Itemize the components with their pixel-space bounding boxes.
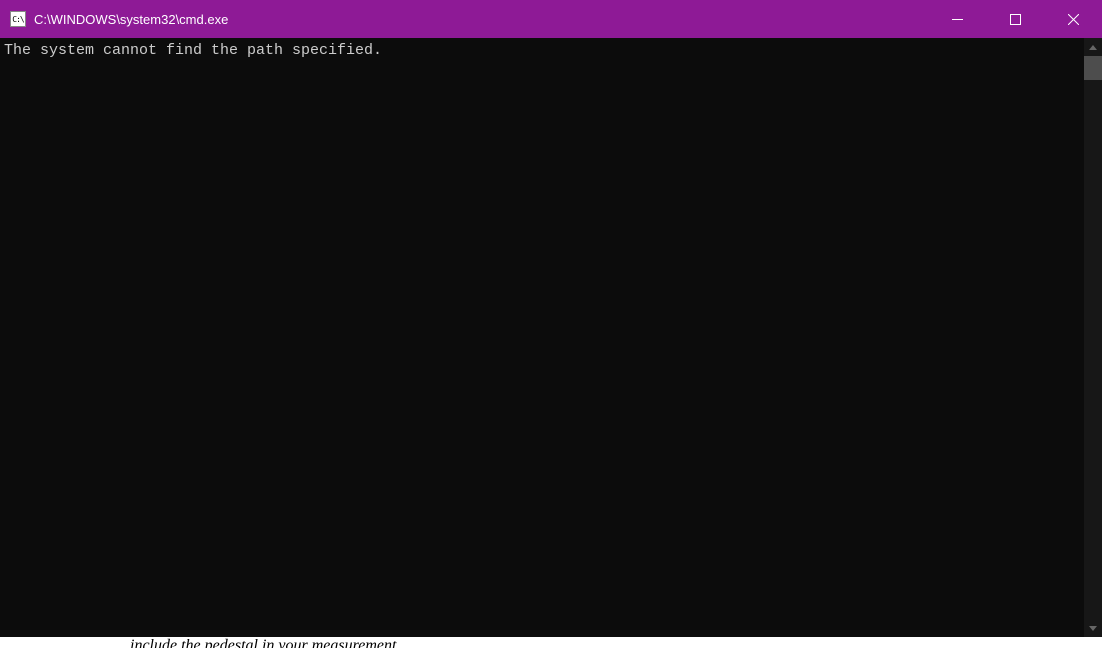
close-button[interactable] xyxy=(1044,0,1102,38)
scroll-thumb[interactable] xyxy=(1084,56,1102,80)
close-icon xyxy=(1068,14,1079,25)
minimize-icon xyxy=(952,14,963,25)
chevron-down-icon xyxy=(1089,626,1097,631)
background-document-fragment: include the pedestal in your measurement xyxy=(50,637,1050,648)
scroll-down-button[interactable] xyxy=(1084,619,1102,637)
scroll-track[interactable] xyxy=(1084,56,1102,619)
minimize-button[interactable] xyxy=(928,0,986,38)
window-title: C:\WINDOWS\system32\cmd.exe xyxy=(34,12,928,27)
terminal-output[interactable]: The system cannot find the path specifie… xyxy=(0,38,1084,637)
maximize-icon xyxy=(1010,14,1021,25)
titlebar[interactable]: C:\ C:\WINDOWS\system32\cmd.exe xyxy=(0,0,1102,38)
scroll-up-button[interactable] xyxy=(1084,38,1102,56)
maximize-button[interactable] xyxy=(986,0,1044,38)
chevron-up-icon xyxy=(1089,45,1097,50)
window-controls xyxy=(928,0,1102,38)
cmd-window: C:\ C:\WINDOWS\system32\cmd.exe The xyxy=(0,0,1102,637)
cmd-icon: C:\ xyxy=(10,11,26,27)
vertical-scrollbar[interactable] xyxy=(1084,38,1102,637)
content-area: The system cannot find the path specifie… xyxy=(0,38,1102,637)
